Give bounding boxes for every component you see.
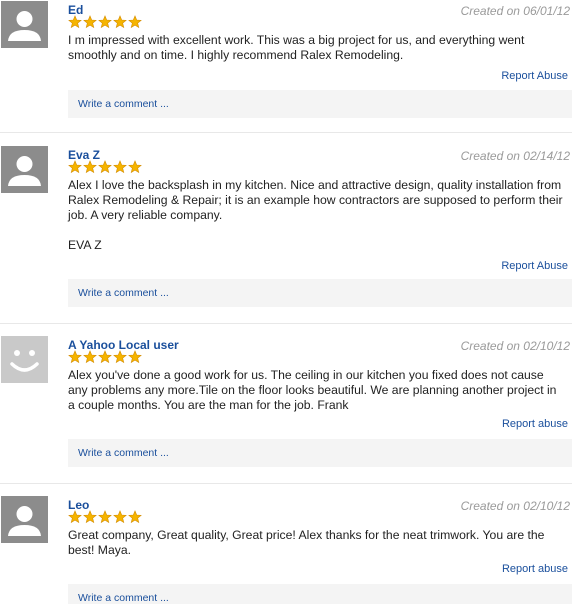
report-abuse-link[interactable]: Report abuse xyxy=(502,418,568,430)
report-abuse-link[interactable]: Report abuse xyxy=(502,563,568,575)
star-icon xyxy=(98,510,112,524)
star-icon xyxy=(83,160,97,174)
star-icon xyxy=(68,15,82,29)
star-rating xyxy=(68,15,142,30)
review-card: A Yahoo Local user Created on 02/10/12 A… xyxy=(0,335,572,483)
review-text: Alex I love the backsplash in my kitchen… xyxy=(68,178,564,253)
report-abuse-link[interactable]: Report Abuse xyxy=(501,70,568,82)
comment-bar: Write a comment ... xyxy=(68,439,572,467)
star-icon xyxy=(128,350,142,364)
review-date: Created on 06/01/12 xyxy=(460,4,570,18)
person-silhouette-icon xyxy=(1,1,48,48)
review-body: Great company, Great quality, Great pric… xyxy=(68,528,545,557)
smiley-face-icon xyxy=(1,336,48,383)
review-card: Ed Created on 06/01/12 I m impressed wit… xyxy=(0,0,572,132)
star-rating xyxy=(68,350,142,365)
divider xyxy=(0,483,572,484)
review-text: Alex you've done a good work for us. The… xyxy=(68,368,564,413)
write-comment-link[interactable]: Write a comment ... xyxy=(78,592,169,604)
comment-bar: Write a comment ... xyxy=(68,584,572,604)
divider xyxy=(0,132,572,133)
write-comment-link[interactable]: Write a comment ... xyxy=(78,287,169,299)
star-icon xyxy=(98,350,112,364)
star-icon xyxy=(128,510,142,524)
report-abuse-link[interactable]: Report Abuse xyxy=(501,260,568,272)
comment-bar: Write a comment ... xyxy=(68,279,572,307)
star-icon xyxy=(83,510,97,524)
star-icon xyxy=(68,350,82,364)
write-comment-link[interactable]: Write a comment ... xyxy=(78,447,169,459)
comment-bar: Write a comment ... xyxy=(68,90,572,118)
review-text: Great company, Great quality, Great pric… xyxy=(68,528,564,558)
star-icon xyxy=(98,15,112,29)
star-icon xyxy=(68,510,82,524)
star-icon xyxy=(68,160,82,174)
star-rating xyxy=(68,160,142,175)
review-signature: EVA Z xyxy=(68,238,102,252)
review-body: I m impressed with excellent work. This … xyxy=(68,33,525,62)
person-silhouette-icon xyxy=(1,496,48,543)
review-date: Created on 02/14/12 xyxy=(460,149,570,163)
star-icon xyxy=(128,15,142,29)
star-icon xyxy=(83,15,97,29)
write-comment-link[interactable]: Write a comment ... xyxy=(78,98,169,110)
star-icon xyxy=(113,160,127,174)
star-icon xyxy=(113,15,127,29)
review-body: Alex you've done a good work for us. The… xyxy=(68,368,557,412)
review-card: Eva Z Created on 02/14/12 Alex I love th… xyxy=(0,145,572,323)
review-date: Created on 02/10/12 xyxy=(460,499,570,513)
divider xyxy=(0,323,572,324)
star-icon xyxy=(113,350,127,364)
star-icon xyxy=(98,160,112,174)
star-icon xyxy=(113,510,127,524)
review-body: Alex I love the backsplash in my kitchen… xyxy=(68,178,563,222)
person-silhouette-icon xyxy=(1,146,48,193)
review-text: I m impressed with excellent work. This … xyxy=(68,33,564,63)
review-card: Leo Created on 02/10/12 Great company, G… xyxy=(0,495,572,604)
review-date: Created on 02/10/12 xyxy=(460,339,570,353)
star-icon xyxy=(128,160,142,174)
star-icon xyxy=(83,350,97,364)
star-rating xyxy=(68,510,142,525)
